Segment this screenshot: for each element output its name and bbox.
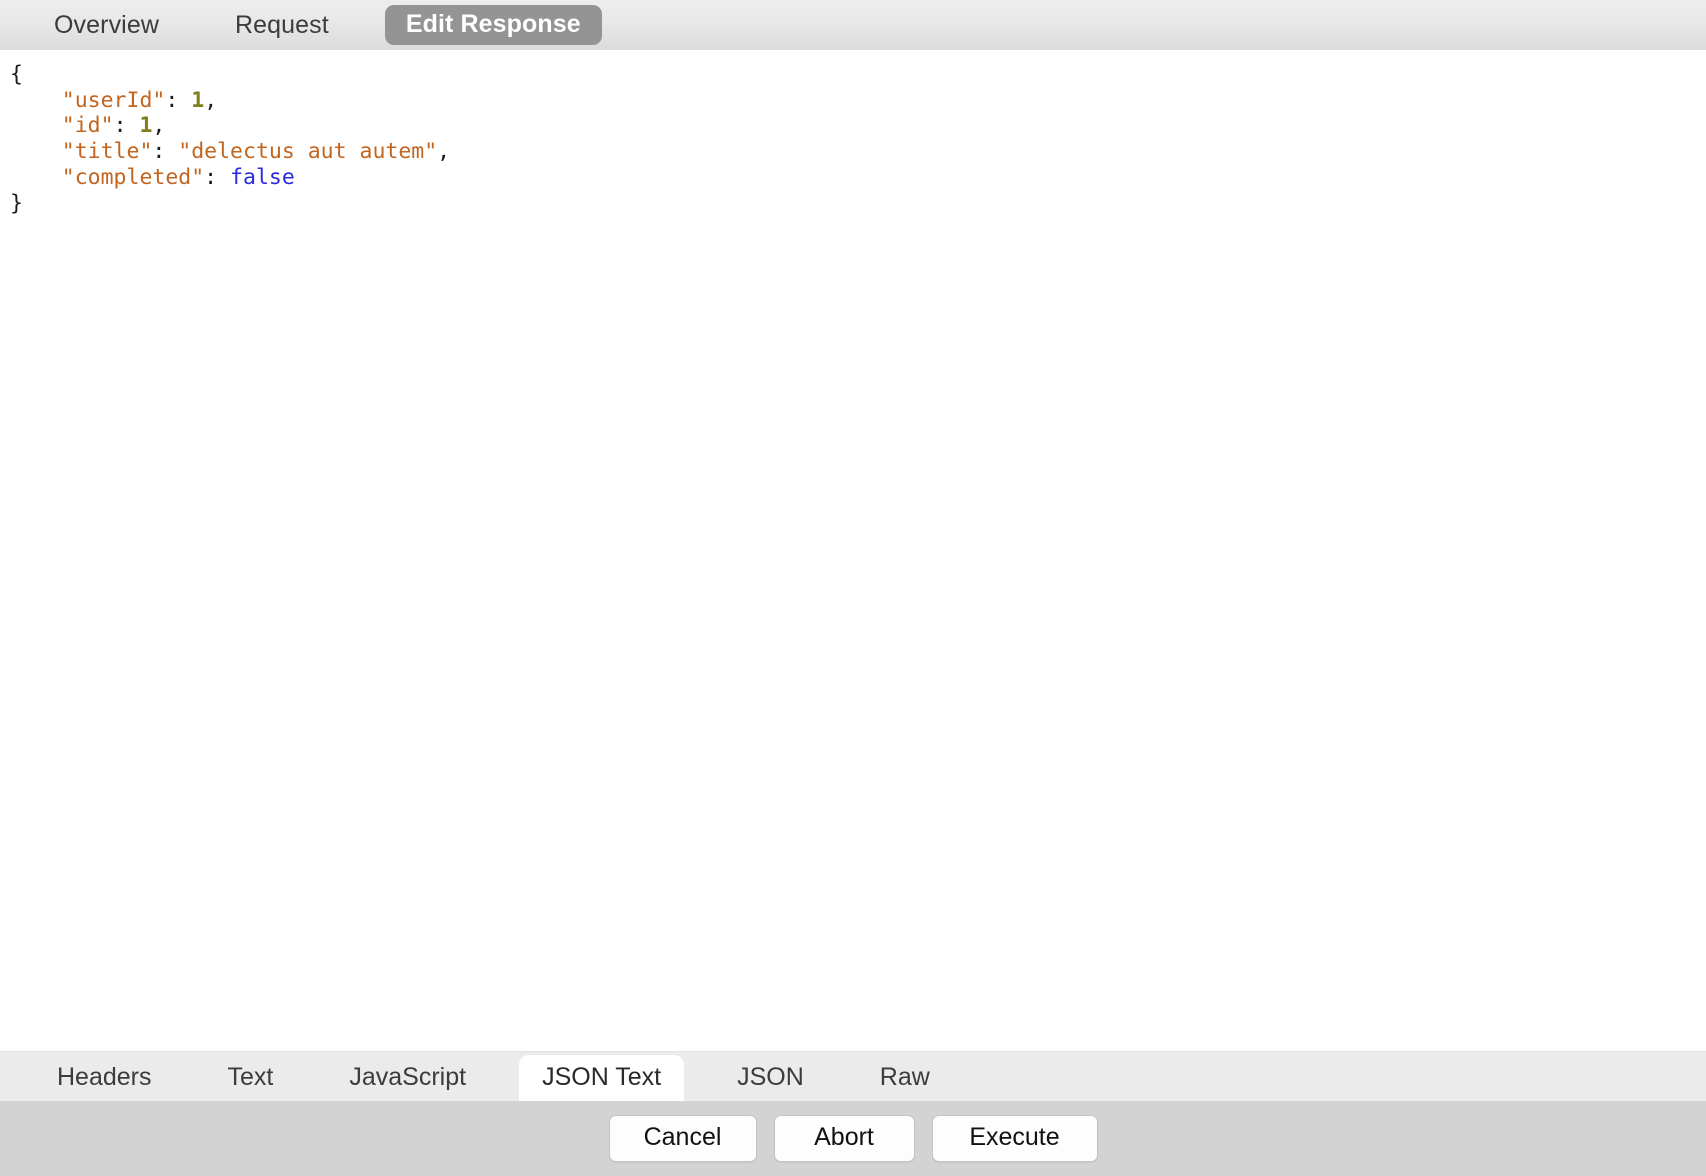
format-tab-json-text[interactable]: JSON Text [519,1054,685,1101]
abort-button[interactable]: Abort [773,1115,915,1162]
top-tabbar: Overview Request Edit Response [0,0,1706,50]
edit-response-window: Overview Request Edit Response { "userId… [0,0,1706,1176]
format-tab-headers[interactable]: Headers [34,1055,175,1101]
action-bar: Cancel Abort Execute [0,1101,1706,1176]
code-line: "id": 1, [10,113,1706,139]
code-line: } [10,191,1706,217]
code-line: "completed": false [10,165,1706,191]
code-token-punct: : [165,87,192,113]
tab-overview[interactable]: Overview [34,7,179,43]
code-token-string: "delectus aut autem" [178,139,438,165]
code-line: "title": "delectus aut autem", [10,139,1706,165]
code-token-punct: , [437,139,451,165]
tab-edit-response[interactable]: Edit Response [384,5,602,45]
code-token-key: "title" [61,139,153,165]
execute-button[interactable]: Execute [931,1115,1098,1162]
format-tab-text[interactable]: Text [205,1055,297,1101]
format-tabbar: Headers Text JavaScript JSON Text JSON R… [0,1051,1706,1101]
format-tab-javascript[interactable]: JavaScript [326,1055,489,1101]
code-token-indent [10,88,62,113]
response-body-editor[interactable]: { "userId": 1, "id": 1, "title": "delect… [0,50,1706,1051]
code-token-indent [10,139,62,164]
code-token-indent [10,113,62,138]
code-token-number: 1 [191,87,205,113]
tab-request[interactable]: Request [215,7,349,43]
code-token-punct: : [113,113,140,139]
code-token-punct: } [10,190,23,216]
format-tab-raw[interactable]: Raw [857,1055,953,1101]
code-token-punct: , [152,113,166,139]
code-token-key: "completed" [61,164,205,190]
code-token-key: "userId" [61,87,166,113]
cancel-button[interactable]: Cancel [608,1115,757,1162]
code-token-punct: : [152,139,179,165]
json-code-block[interactable]: { "userId": 1, "id": 1, "title": "delect… [0,50,1706,216]
format-tab-json[interactable]: JSON [714,1055,827,1101]
code-token-number: 1 [139,113,153,139]
code-token-punct: : [204,164,231,190]
code-line: "userId": 1, [10,88,1706,114]
code-token-punct: { [10,62,23,87]
code-token-indent [10,165,62,190]
code-token-boolean: false [230,164,295,190]
code-token-punct: , [204,87,218,113]
code-line: { [10,62,1706,88]
code-token-key: "id" [61,113,114,139]
